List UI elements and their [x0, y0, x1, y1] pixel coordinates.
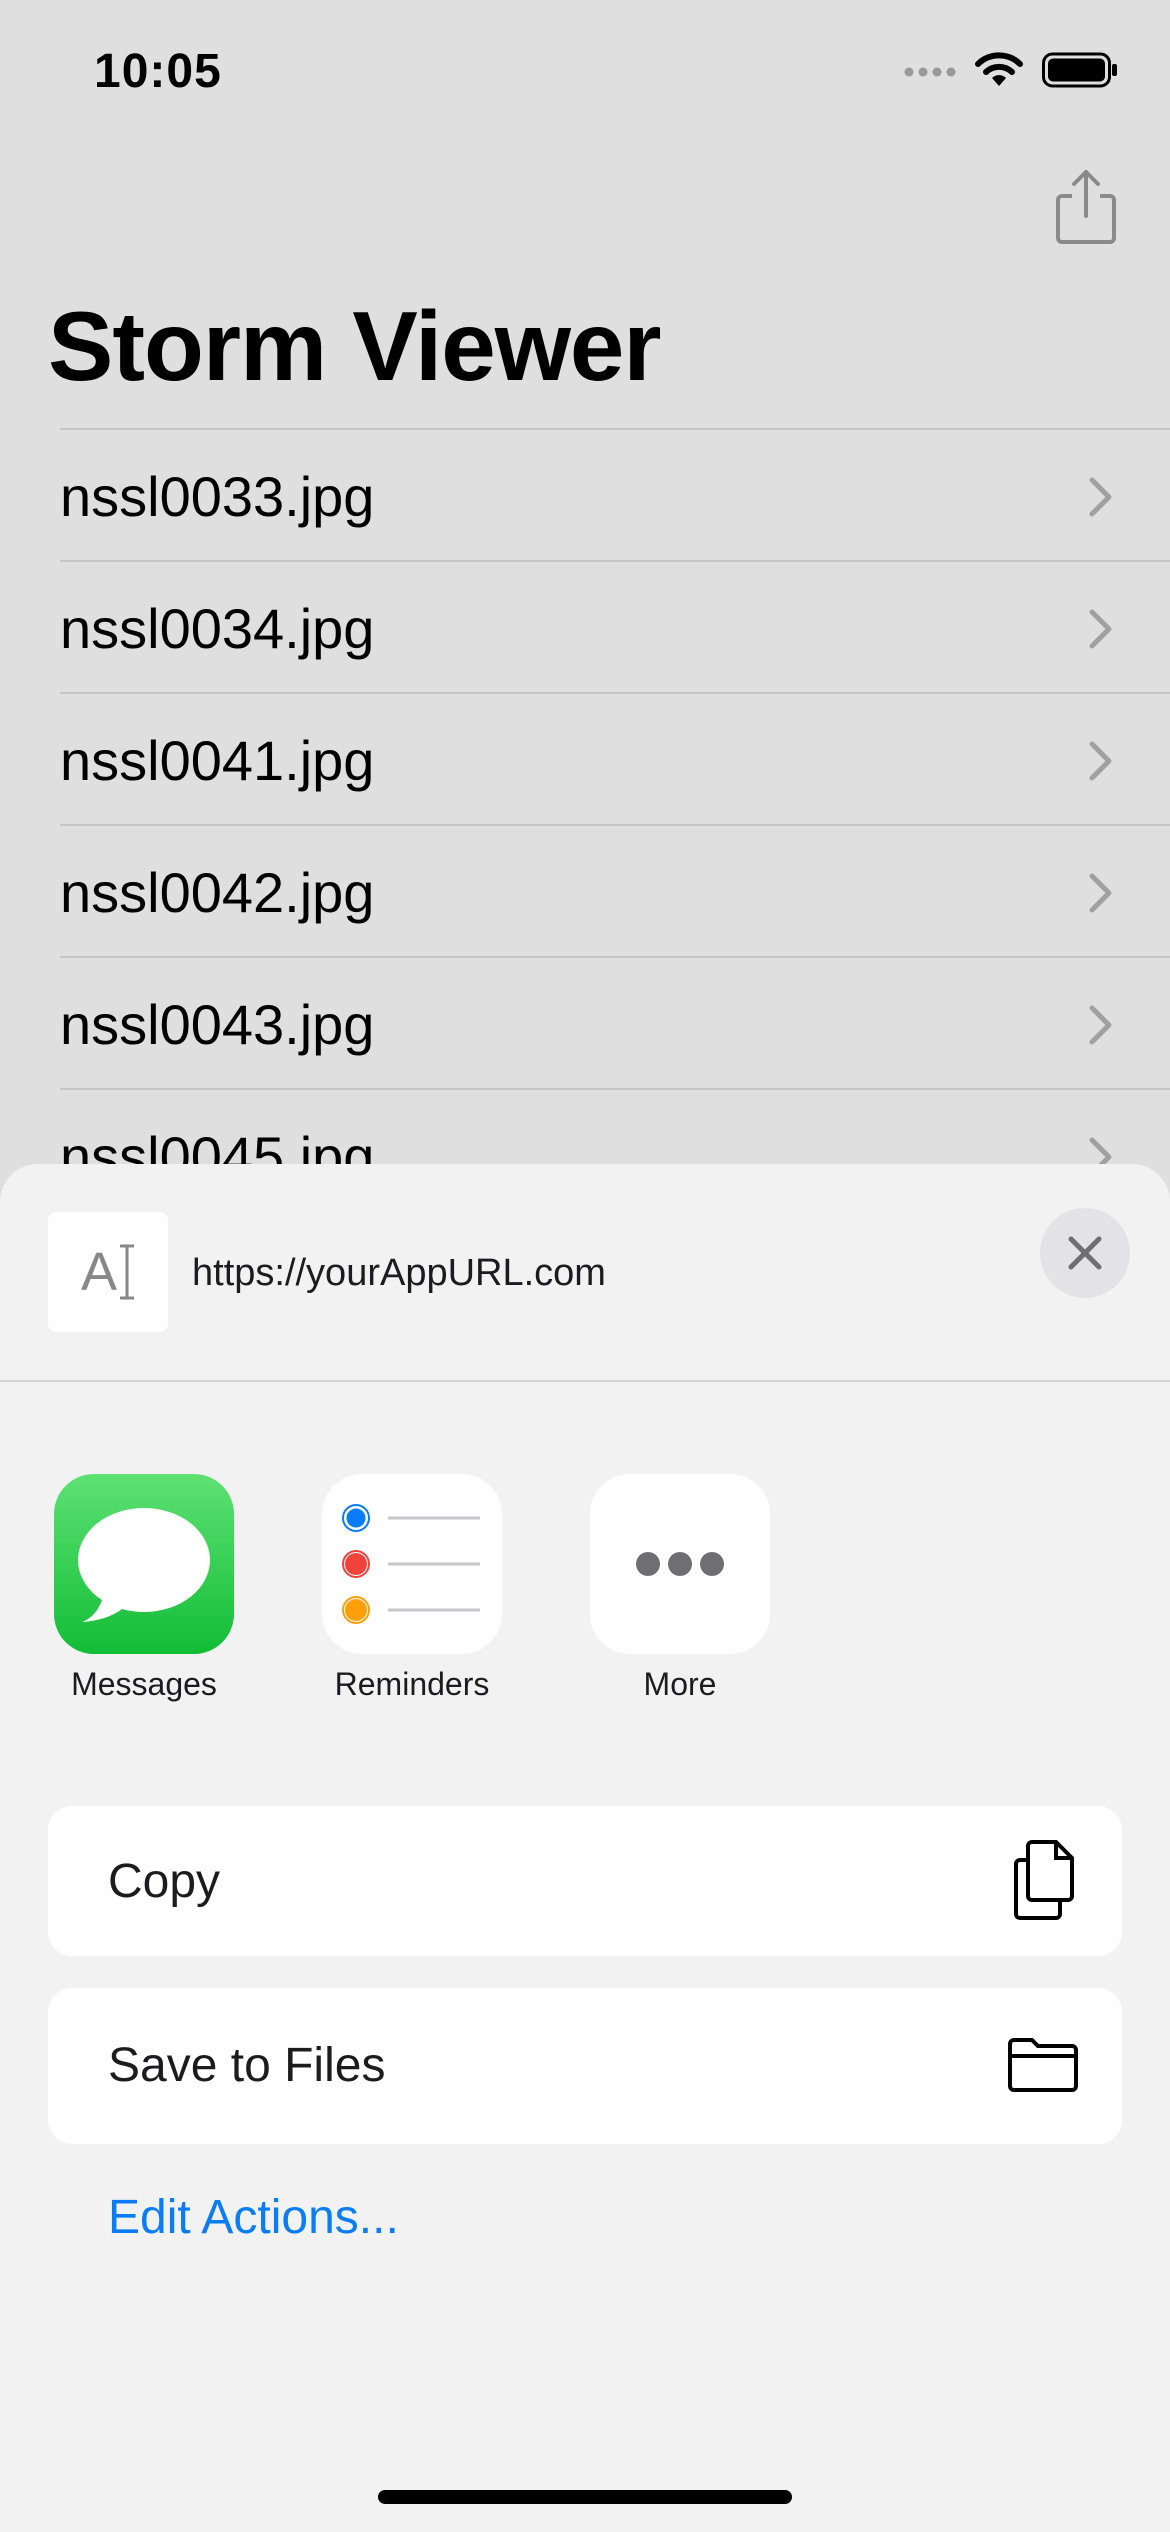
chevron-right-icon	[1089, 873, 1112, 913]
shared-url: https://yourAppURL.com	[192, 1252, 606, 1294]
copy-icon	[1014, 1840, 1074, 1920]
list-item[interactable]: nssl0041.jpg	[60, 692, 1170, 824]
ellipsis-icon	[636, 1552, 724, 1576]
chevron-right-icon	[1089, 477, 1112, 517]
share-sheet: A https://yourAppURL.com Messages Remind…	[0, 1164, 1170, 2532]
status-icons	[904, 52, 1118, 88]
home-indicator	[378, 2490, 792, 2504]
list-item-label: nssl0042.jpg	[60, 861, 375, 924]
text-cursor-icon	[120, 1244, 135, 1300]
page-title: Storm Viewer	[48, 291, 662, 401]
list-item-label: nssl0041.jpg	[60, 729, 375, 792]
app-reminders[interactable]: Reminders	[292, 1474, 532, 1703]
list-item-label: nssl0033.jpg	[60, 465, 375, 528]
action-label: Save to Files	[108, 2039, 386, 2092]
app-more[interactable]: More	[560, 1474, 800, 1703]
app-messages[interactable]: Messages	[24, 1474, 264, 1703]
status-time: 10:05	[94, 45, 222, 98]
wifi-icon	[975, 52, 1023, 86]
action-label: Copy	[108, 1855, 221, 1908]
file-list: nssl0033.jpg nssl0034.jpg nssl0041.jpg n…	[60, 428, 1170, 1220]
close-button[interactable]	[1040, 1208, 1130, 1298]
save-to-files-button[interactable]: Save to Files	[48, 1988, 1122, 2144]
reminders-list-icon	[342, 1504, 480, 1624]
more-icon	[590, 1474, 770, 1654]
chevron-right-icon	[1089, 1005, 1112, 1045]
list-item[interactable]: nssl0033.jpg	[60, 428, 1170, 560]
share-apps-row: Messages Reminders More	[0, 1474, 1170, 1734]
list-item-label: nssl0043.jpg	[60, 993, 375, 1056]
battery-icon	[1042, 52, 1117, 88]
status-bar: 10:05	[0, 0, 1170, 140]
chevron-right-icon	[1089, 741, 1112, 781]
close-icon	[1068, 1236, 1102, 1270]
reminders-icon	[322, 1474, 502, 1654]
app-label: Reminders	[334, 1666, 490, 1702]
chevron-right-icon	[1089, 609, 1112, 649]
messages-icon	[54, 1474, 234, 1654]
app-label: More	[643, 1666, 717, 1702]
speech-bubble-icon	[78, 1508, 210, 1622]
edit-actions-link[interactable]: Edit Actions...	[108, 2190, 399, 2245]
text-preview-icon: A	[48, 1212, 168, 1332]
list-item[interactable]: nssl0042.jpg	[60, 824, 1170, 956]
list-item-label: nssl0034.jpg	[60, 597, 375, 660]
app-label: Messages	[71, 1666, 217, 1702]
preview-glyph: A	[80, 1242, 118, 1302]
folder-icon	[1008, 2038, 1078, 2092]
list-item[interactable]: nssl0034.jpg	[60, 560, 1170, 692]
list-item[interactable]: nssl0043.jpg	[60, 956, 1170, 1088]
share-icon[interactable]	[1050, 166, 1122, 246]
share-sheet-header: A https://yourAppURL.com	[0, 1164, 1170, 1382]
copy-button[interactable]: Copy	[48, 1806, 1122, 1956]
cellular-signal-icon	[904, 67, 956, 77]
